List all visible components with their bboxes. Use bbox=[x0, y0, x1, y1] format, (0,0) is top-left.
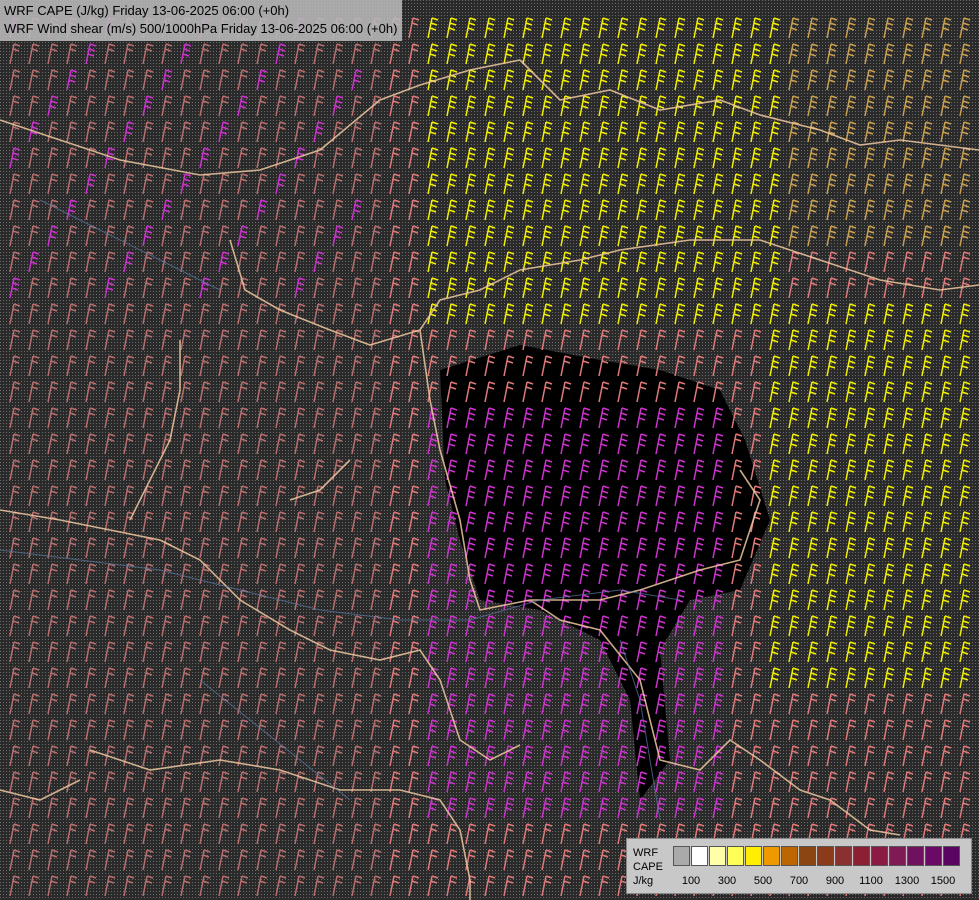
title-line-cape: WRF CAPE (J/kg) Friday 13-06-2025 06:00 … bbox=[4, 3, 290, 18]
legend-swatch bbox=[943, 846, 960, 866]
legend-swatch bbox=[817, 846, 834, 866]
legend-tick: 1300 bbox=[894, 875, 920, 887]
legend-swatch bbox=[907, 846, 924, 866]
legend-tick: 300 bbox=[717, 875, 737, 887]
legend-swatch bbox=[799, 846, 816, 866]
legend-tick: 1100 bbox=[859, 875, 883, 887]
legend-tick: 700 bbox=[789, 875, 809, 887]
legend-label-unit: J/kg bbox=[633, 875, 654, 887]
legend-label-model: WRF bbox=[633, 847, 659, 859]
legend-swatch bbox=[925, 846, 942, 866]
legend-swatch bbox=[691, 846, 708, 866]
legend-swatch bbox=[781, 846, 798, 866]
legend-label: WRF CAPE J/kg bbox=[633, 846, 663, 888]
legend-tick-labels: 100 300 500 700 900 1100 1300 1500 bbox=[673, 875, 969, 889]
legend-swatch bbox=[853, 846, 870, 866]
legend-swatch bbox=[835, 846, 852, 866]
legend-tick: 500 bbox=[753, 875, 773, 887]
legend-swatch bbox=[889, 846, 906, 866]
legend-swatch bbox=[871, 846, 888, 866]
weather-map bbox=[0, 0, 979, 900]
legend-swatch bbox=[763, 846, 780, 866]
legend-color-scale bbox=[673, 846, 961, 868]
legend-tick: 1500 bbox=[930, 875, 956, 887]
legend-swatch bbox=[673, 846, 690, 866]
title-line-wind-shear: WRF Wind shear (m/s) 500/1000hPa Friday … bbox=[4, 21, 398, 36]
legend-label-variable: CAPE bbox=[633, 861, 663, 873]
cape-legend: WRF CAPE J/kg 100 300 500 700 900 1100 1300 150… bbox=[626, 838, 972, 894]
legend-tick: 100 bbox=[681, 875, 701, 887]
legend-tick: 900 bbox=[825, 875, 845, 887]
legend-swatch bbox=[745, 846, 762, 866]
legend-swatch bbox=[709, 846, 726, 866]
legend-swatch bbox=[727, 846, 744, 866]
map-title-box: WRF CAPE (J/kg) Friday 13-06-2025 06:00 … bbox=[0, 0, 403, 41]
